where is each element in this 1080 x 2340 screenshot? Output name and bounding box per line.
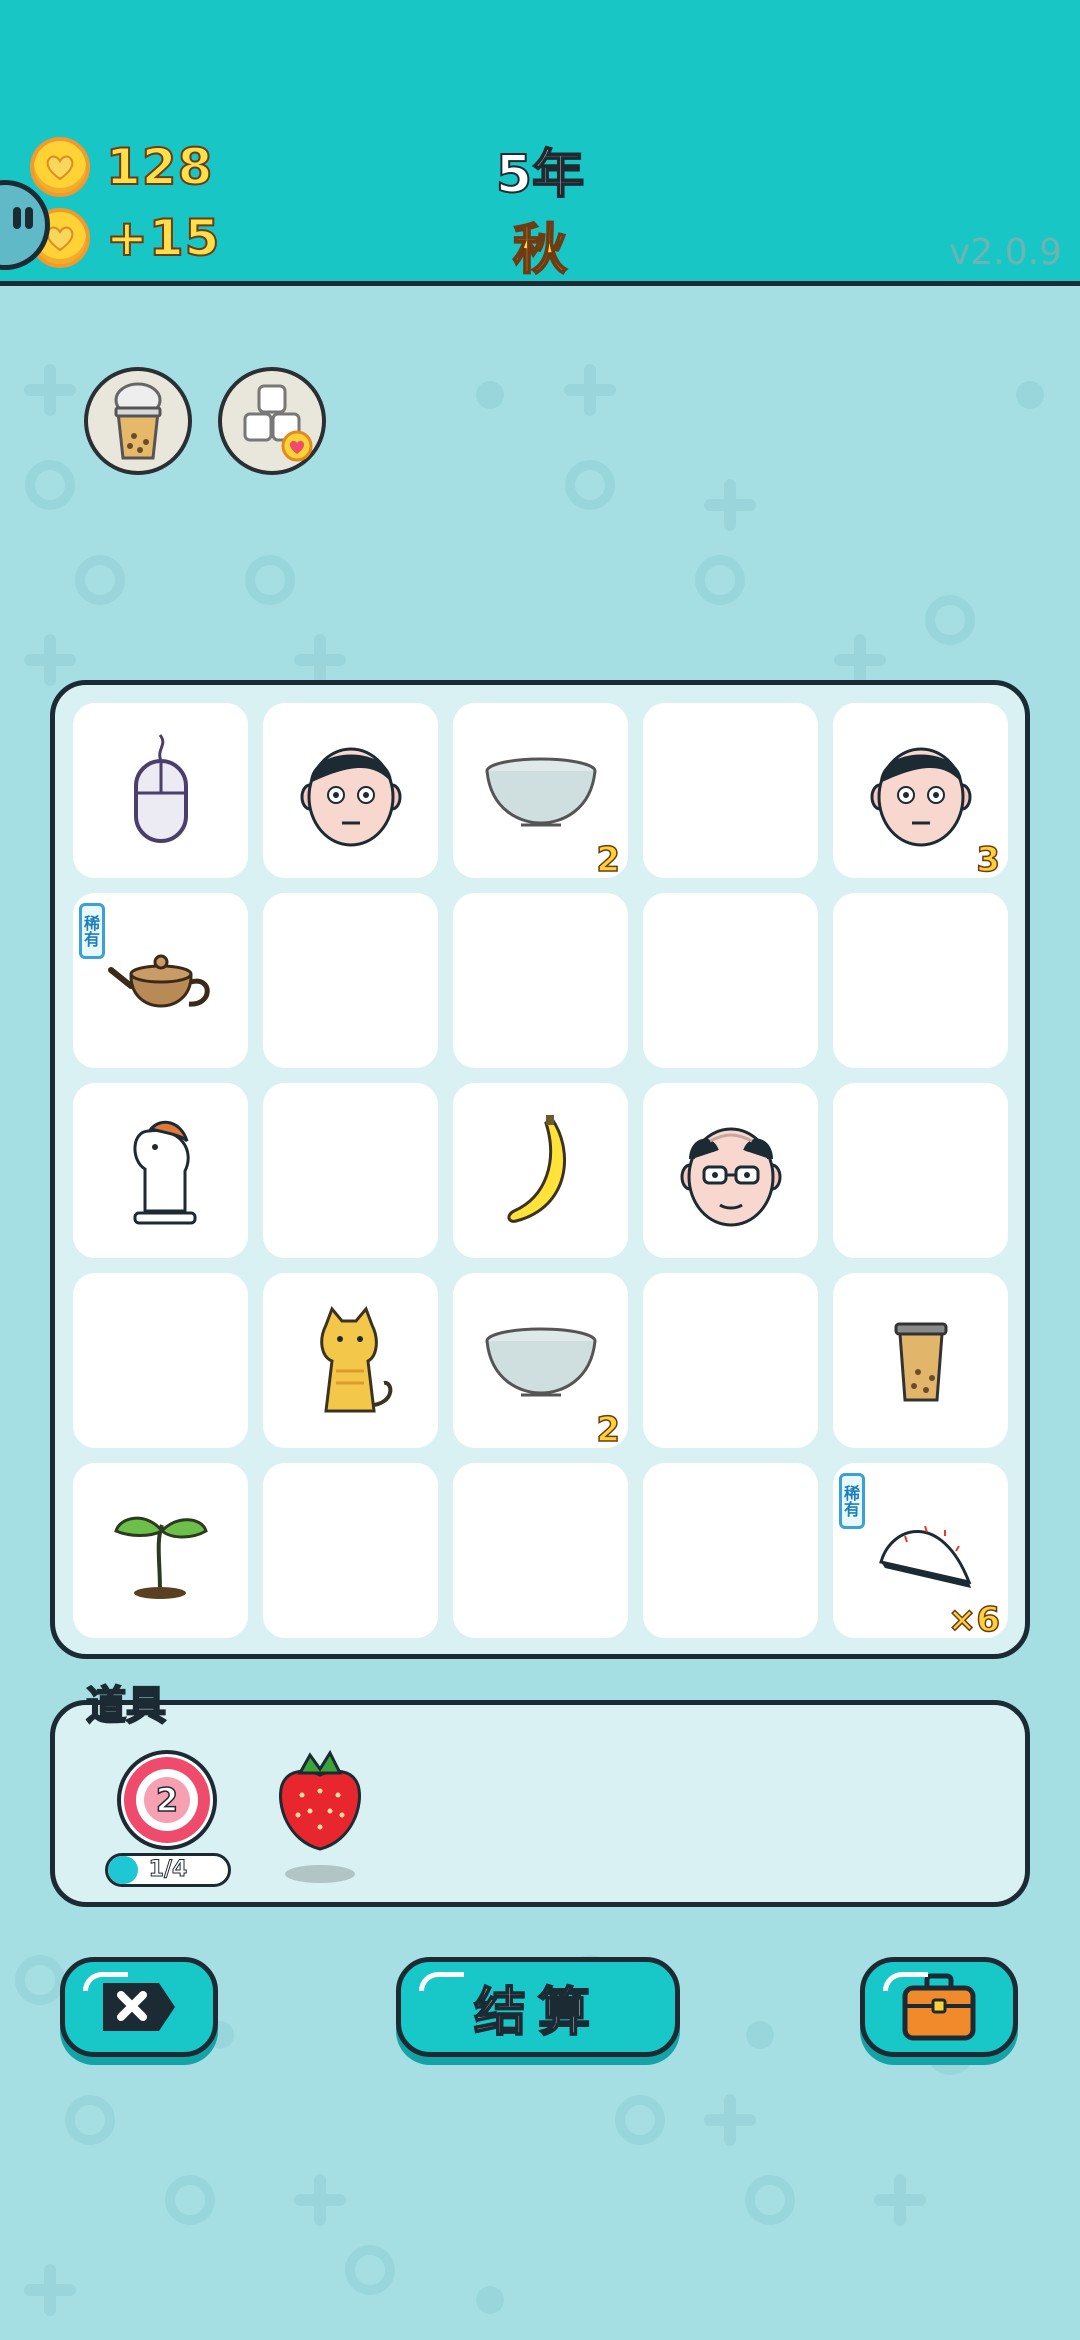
bowl-icon xyxy=(481,1321,601,1401)
teapot-icon xyxy=(101,936,221,1026)
mascot-avatar-icon[interactable] xyxy=(0,180,50,270)
quit-button[interactable] xyxy=(60,1957,218,2057)
game-board: 2 3 稀有 2 稀有 ×6 xyxy=(50,680,1030,1659)
item-count: ×6 xyxy=(947,1599,1001,1641)
item-count: 2 xyxy=(596,1409,621,1451)
rare-badge: 稀有 xyxy=(839,1473,865,1529)
grid-cell-empty[interactable] xyxy=(643,1463,818,1638)
old-man-face-icon xyxy=(676,1111,786,1231)
computer-mouse-icon xyxy=(116,731,206,851)
grid-cell-sprout[interactable] xyxy=(73,1463,248,1638)
target-progress-text: 1/4 xyxy=(148,1857,188,1883)
grid-cell-empty[interactable] xyxy=(263,1083,438,1258)
grid-cell-man-face[interactable]: 3 xyxy=(833,703,1008,881)
grid-cell-old-man-face[interactable] xyxy=(643,1083,818,1258)
sugar-cubes-heart-icon xyxy=(243,384,313,462)
sprout-icon xyxy=(106,1501,216,1601)
tools-panel: 2 1/4 xyxy=(50,1700,1030,1907)
grid-cell-empty[interactable] xyxy=(643,893,818,1068)
grid-cell-bowl[interactable]: 2 xyxy=(453,703,628,881)
strawberry-shadow xyxy=(285,1865,355,1883)
year-label: 5年 xyxy=(495,144,585,206)
version-label: v2.0.9 xyxy=(949,232,1062,273)
grid-cell-teapot[interactable]: 稀有 xyxy=(73,893,248,1068)
item-count: 2 xyxy=(596,839,621,881)
grid-cell-cat[interactable] xyxy=(263,1273,438,1448)
rare-badge: 稀有 xyxy=(79,903,105,959)
grid-cell-empty[interactable] xyxy=(643,1273,818,1448)
grid-cell-empty[interactable] xyxy=(643,703,818,878)
grid-cell-man-face[interactable] xyxy=(263,703,438,878)
banana-icon xyxy=(496,1111,586,1231)
grid-cell-empty[interactable] xyxy=(453,893,628,1068)
grid-cell-horse-toy[interactable] xyxy=(73,1083,248,1258)
bubble-tea-icon xyxy=(886,1316,956,1406)
tools-title: 道具 xyxy=(85,1682,167,1730)
cat-icon xyxy=(296,1301,406,1421)
strawberry-icon[interactable] xyxy=(270,1745,370,1855)
effect-sugar-cubes[interactable] xyxy=(218,367,326,475)
top-status-bar: 128 +15 5年 秋 v2.0.9 xyxy=(0,0,1080,286)
item-grid: 2 3 稀有 2 稀有 ×6 xyxy=(73,703,1008,1641)
inventory-button[interactable] xyxy=(860,1957,1018,2057)
grid-cell-empty[interactable] xyxy=(263,1463,438,1638)
target-progress-bar: 1/4 xyxy=(105,1853,231,1887)
target-count: 2 xyxy=(144,1777,190,1823)
grid-cell-empty[interactable] xyxy=(263,893,438,1068)
item-count: 3 xyxy=(976,839,1001,881)
grid-cell-folding-fan[interactable]: 稀有 ×6 xyxy=(833,1463,1008,1641)
bubble-tea-icon xyxy=(114,382,162,460)
man-face-icon xyxy=(866,731,976,851)
target-tool-button[interactable]: 2 xyxy=(117,1750,217,1850)
grid-cell-bowl[interactable]: 2 xyxy=(453,1273,628,1451)
grid-cell-bubble-tea[interactable] xyxy=(833,1273,1008,1448)
grid-cell-banana[interactable] xyxy=(453,1083,628,1258)
effect-bubble-tea[interactable] xyxy=(84,367,192,475)
bowl-icon xyxy=(481,751,601,831)
grid-cell-empty[interactable] xyxy=(833,1083,1008,1258)
folding-fan-icon xyxy=(861,1506,981,1596)
settle-button-label: 结算 xyxy=(473,1982,602,2044)
man-face-icon xyxy=(296,731,406,851)
season-label: 秋 xyxy=(512,217,568,282)
grid-cell-empty[interactable] xyxy=(73,1273,248,1448)
grid-cell-computer-mouse[interactable] xyxy=(73,703,248,878)
settle-button[interactable]: 结算 xyxy=(396,1957,680,2057)
grid-cell-empty[interactable] xyxy=(453,1463,628,1638)
grid-cell-empty[interactable] xyxy=(833,893,1008,1068)
briefcase-icon xyxy=(902,1973,976,2041)
close-icon xyxy=(103,1983,175,2031)
horse-toy-icon xyxy=(111,1111,211,1231)
